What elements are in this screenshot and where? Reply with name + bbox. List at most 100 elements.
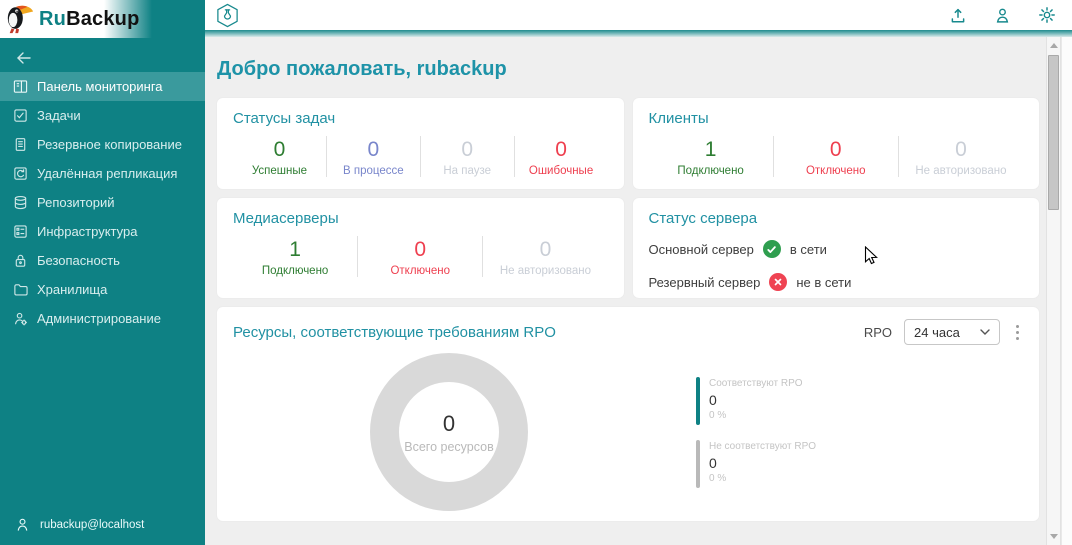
server-label: Резервный сервер — [649, 275, 761, 290]
stat-value: 0 — [327, 136, 420, 163]
sidebar-item-label: Резервное копирование — [37, 137, 182, 152]
toucan-logo-icon — [5, 3, 35, 35]
stat-value: 0 — [899, 136, 1023, 163]
rpo-resources-card: Ресурсы, соответствующие требованиям RPO… — [216, 306, 1040, 522]
stat-disconnected: 0 Отключено — [357, 236, 482, 277]
donut-center: 0 Всего ресурсов — [370, 353, 528, 511]
stat-successful: 0 Успешные — [233, 136, 326, 177]
stat-value: 0 — [421, 136, 514, 163]
sidebar-item-label: Администрирование — [37, 311, 161, 326]
cards-row-1: Статусы задач 0 Успешные 0 В процессе 0 … — [216, 97, 1040, 190]
gear-icon — [1038, 6, 1056, 24]
legend-item-compliant: Соответствуют RPO 0 0 % — [696, 377, 816, 425]
stat-paused: 0 На паузе — [420, 136, 514, 177]
sidebar-user-account[interactable]: rubackup@localhost — [0, 509, 205, 545]
card-title: Статус сервера — [649, 210, 1024, 227]
stat-label: Отключено — [774, 165, 898, 177]
legend-label: Соответствуют RPO — [709, 377, 803, 389]
scrollbar-thumb[interactable] — [1048, 55, 1059, 210]
sidebar-item-security[interactable]: Безопасность — [0, 246, 205, 275]
flask-icon — [215, 3, 240, 28]
server-status-rows: Основной сервер в сети Резервный сервер … — [649, 240, 1024, 291]
vertical-scrollbar[interactable] — [1046, 37, 1061, 545]
stat-label: Не авторизовано — [483, 265, 607, 277]
stat-label: Отключено — [358, 265, 482, 277]
x-circle-icon — [769, 273, 787, 291]
stat-unauthorized: 0 Не авторизовано — [898, 136, 1023, 177]
rpo-period-select[interactable]: 24 часа — [904, 319, 1000, 345]
check-circle-icon — [763, 240, 781, 258]
card-title: Клиенты — [649, 110, 1024, 127]
server-status-card: Статус сервера Основной сервер в сети Ре… — [632, 197, 1041, 299]
stat-disconnected: 0 Отключено — [773, 136, 898, 177]
sidebar-collapse-button[interactable] — [0, 38, 205, 72]
task-stats: 0 Успешные 0 В процессе 0 На паузе 0 Оши… — [233, 136, 608, 177]
stat-unauthorized: 0 Не авторизовано — [482, 236, 607, 277]
backup-copy-icon — [13, 137, 28, 152]
tasks-icon — [13, 108, 28, 123]
stat-connected: 1 Подключено — [649, 136, 773, 177]
replication-icon — [13, 166, 28, 181]
stat-label: Успешные — [233, 165, 326, 177]
upload-button[interactable] — [949, 6, 967, 24]
chevron-down-icon — [980, 329, 990, 335]
stat-label: Не авторизовано — [899, 165, 1023, 177]
kebab-menu-icon[interactable] — [1012, 322, 1023, 343]
stat-value: 0 — [515, 136, 608, 163]
legend-value: 0 — [709, 392, 803, 408]
legend-percent: 0 % — [709, 410, 803, 421]
user-icon — [994, 7, 1011, 24]
user-menu-button[interactable] — [994, 7, 1011, 24]
clients-card: Клиенты 1 Подключено 0 Отключено 0 Не ав… — [632, 97, 1041, 190]
scroll-down-button[interactable] — [1047, 530, 1060, 543]
sidebar-item-storage[interactable]: Хранилища — [0, 275, 205, 304]
legend-value: 0 — [709, 455, 816, 471]
stat-label: На паузе — [421, 165, 514, 177]
sidebar-item-label: Панель мониторинга — [37, 79, 163, 94]
welcome-heading: Добро пожаловать, rubackup — [217, 58, 1046, 81]
sidebar-item-label: Хранилища — [37, 282, 107, 297]
sidebar-item-administration[interactable]: Администрирование — [0, 304, 205, 333]
legend-percent: 0 % — [709, 473, 816, 484]
selected-period: 24 часа — [914, 325, 960, 340]
stat-value: 0 — [774, 136, 898, 163]
rpo-donut-chart: 0 Всего ресурсов — [370, 353, 528, 511]
primary-server-row: Основной сервер в сети — [649, 240, 1024, 258]
card-title: Медиасерверы — [233, 210, 608, 227]
donut-total-value: 0 — [443, 411, 455, 437]
server-status-text: в сети — [790, 242, 827, 257]
sidebar-item-tasks[interactable]: Задачи — [0, 101, 205, 130]
sidebar-item-backup[interactable]: Резервное копирование — [0, 130, 205, 159]
repository-icon — [13, 195, 28, 210]
stat-value: 0 — [358, 236, 482, 263]
sidebar-item-repository[interactable]: Репозиторий — [0, 188, 205, 217]
rubackup-app: RuBackup Панель мониторинга Задачи Резер… — [0, 0, 1072, 545]
donut-total-label: Всего ресурсов — [404, 440, 493, 454]
scroll-up-button[interactable] — [1047, 39, 1060, 52]
settings-button[interactable] — [1038, 6, 1056, 24]
user-badge-icon — [15, 517, 30, 532]
window-right-edge — [1061, 37, 1072, 545]
sidebar-item-replication[interactable]: Удалённая репликация — [0, 159, 205, 188]
sidebar-item-label: Инфраструктура — [37, 224, 137, 239]
app-title: RuBackup — [39, 8, 140, 31]
sidebar-menu: Панель мониторинга Задачи Резервное копи… — [0, 72, 205, 509]
card-title: Статусы задач — [233, 110, 608, 127]
stat-value: 0 — [233, 136, 326, 163]
upload-icon — [949, 6, 967, 24]
flask-button[interactable] — [215, 3, 240, 28]
topbar-accent-strip — [205, 30, 1072, 37]
sidebar-item-label: Репозиторий — [37, 195, 114, 210]
topbar — [205, 0, 1072, 30]
sidebar: RuBackup Панель мониторинга Задачи Резер… — [0, 0, 205, 545]
rpo-legend: Соответствуют RPO 0 0 % Не соответствуют… — [696, 377, 816, 503]
sidebar-item-label: Безопасность — [37, 253, 120, 268]
sidebar-item-dashboard[interactable]: Панель мониторинга — [0, 72, 205, 101]
sidebar-item-infrastructure[interactable]: Инфраструктура — [0, 217, 205, 246]
stat-connected: 1 Подключено — [233, 236, 357, 277]
stat-value: 0 — [483, 236, 607, 263]
backup-server-row: Резервный сервер не в сети — [649, 273, 1024, 291]
stat-label: В процессе — [327, 165, 420, 177]
legend-item-noncompliant: Не соответствуют RPO 0 0 % — [696, 440, 816, 488]
lock-icon — [13, 253, 28, 268]
